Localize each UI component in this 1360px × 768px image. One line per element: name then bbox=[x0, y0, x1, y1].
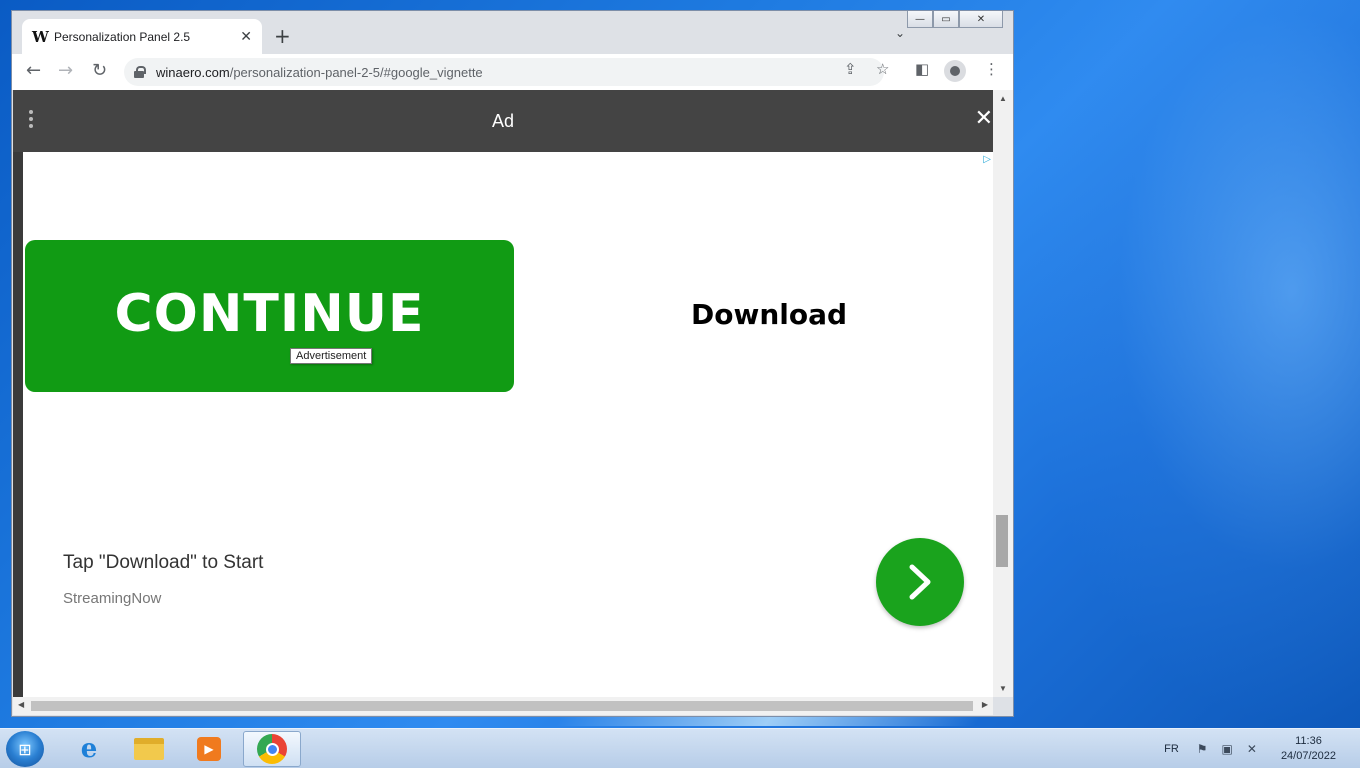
minimize-button[interactable]: — bbox=[907, 11, 933, 28]
back-icon[interactable]: ← bbox=[26, 60, 41, 81]
browser-window: W Personalization Panel 2.5 ✕ + ⌄ — ▭ ✕ … bbox=[11, 10, 1014, 717]
taskbar-internet-explorer[interactable]: e bbox=[60, 731, 118, 767]
chrome-icon bbox=[257, 734, 287, 764]
tab-strip: W Personalization Panel 2.5 ✕ + ⌄ — ▭ ✕ bbox=[12, 11, 1013, 54]
url-host: winaero.com bbox=[156, 64, 230, 80]
winaero-favicon-icon: W bbox=[32, 27, 49, 46]
profile-avatar[interactable] bbox=[944, 60, 966, 82]
adchoices-icon[interactable]: ▷ bbox=[983, 154, 991, 165]
continue-label: CONTINUE bbox=[114, 284, 425, 344]
ad-go-button[interactable] bbox=[876, 538, 964, 626]
left-page-edge bbox=[13, 90, 23, 697]
ad-close-icon[interactable]: ✕ bbox=[975, 106, 993, 131]
scroll-down-icon[interactable]: ▼ bbox=[999, 684, 1007, 693]
clock[interactable]: 11:36 24/07/2022 bbox=[1281, 734, 1336, 764]
bookmark-star-icon[interactable]: ☆ bbox=[876, 60, 889, 78]
continue-ad-button[interactable]: CONTINUE bbox=[25, 240, 514, 392]
reload-icon[interactable]: ↻ bbox=[92, 60, 107, 81]
person-icon bbox=[950, 66, 960, 76]
lock-icon[interactable] bbox=[134, 66, 146, 78]
maximize-button[interactable]: ▭ bbox=[933, 11, 959, 28]
forward-icon[interactable]: → bbox=[58, 60, 73, 81]
wallpaper-glow bbox=[1020, 0, 1360, 728]
scroll-left-icon[interactable]: ◀ bbox=[18, 700, 24, 709]
network-icon[interactable]: ▣ bbox=[1222, 742, 1233, 756]
tab-title: Personalization Panel 2.5 bbox=[54, 29, 191, 44]
new-tab-button[interactable]: + bbox=[274, 24, 291, 48]
clock-date: 24/07/2022 bbox=[1280, 750, 1336, 762]
address-bar[interactable]: winaero.com/personalization-panel-2-5/#g… bbox=[124, 58, 884, 86]
advertisement-tooltip: Advertisement bbox=[290, 348, 373, 364]
start-button[interactable]: ⊞ bbox=[6, 731, 44, 767]
ad-options-icon[interactable] bbox=[29, 110, 33, 131]
horizontal-scrollbar[interactable]: ◀ ▶ bbox=[13, 697, 993, 715]
ad-header-bar: Ad ✕ bbox=[13, 90, 993, 152]
action-center-flag-icon[interactable]: ⚑ bbox=[1197, 742, 1208, 756]
advertiser-name[interactable]: StreamingNow bbox=[63, 590, 161, 607]
chrome-menu-icon[interactable]: ⋮ bbox=[984, 60, 999, 78]
window-controls: — ▭ ✕ bbox=[907, 11, 1003, 28]
scroll-right-icon[interactable]: ▶ bbox=[982, 700, 988, 709]
chevron-right-icon bbox=[909, 564, 931, 600]
tab-close-icon[interactable]: ✕ bbox=[240, 28, 252, 45]
browser-toolbar: ← → ↻ winaero.com/personalization-panel-… bbox=[12, 54, 1013, 90]
folder-icon bbox=[134, 738, 164, 760]
close-window-button[interactable]: ✕ bbox=[959, 11, 1003, 28]
vertical-scroll-thumb[interactable] bbox=[996, 515, 1008, 567]
taskbar: ⊞ e ▶ FR ⚑ ▣ ✕ 11:36 24/07/2022 bbox=[0, 728, 1360, 768]
tab-search-icon[interactable]: ⌄ bbox=[895, 26, 905, 40]
url-path: /personalization-panel-2-5/#google_vigne… bbox=[229, 64, 483, 80]
volume-muted-icon[interactable]: ✕ bbox=[1247, 742, 1257, 756]
taskbar-file-explorer[interactable] bbox=[120, 731, 178, 767]
ad-label: Ad bbox=[491, 110, 515, 131]
taskbar-chrome[interactable] bbox=[243, 731, 301, 767]
system-tray: FR ⚑ ▣ ✕ 11:36 24/07/2022 bbox=[1164, 729, 1360, 768]
tab-personalization-panel[interactable]: W Personalization Panel 2.5 ✕ bbox=[22, 19, 262, 54]
media-player-icon: ▶ bbox=[197, 737, 221, 761]
taskbar-media-player[interactable]: ▶ bbox=[180, 731, 238, 767]
url-text[interactable]: winaero.com/personalization-panel-2-5/#g… bbox=[156, 65, 483, 80]
language-indicator[interactable]: FR bbox=[1164, 743, 1179, 755]
ad-tagline[interactable]: Tap "Download" to Start bbox=[63, 552, 263, 574]
horizontal-scroll-thumb[interactable] bbox=[31, 701, 973, 711]
download-label[interactable]: Download bbox=[691, 298, 847, 331]
scroll-up-icon[interactable]: ▲ bbox=[999, 94, 1007, 103]
page-viewport: Ad ✕ ▷ CONTINUE Advertisement Download T… bbox=[13, 90, 993, 697]
internet-explorer-icon: e bbox=[80, 734, 98, 764]
share-icon[interactable]: ⇪ bbox=[844, 60, 857, 78]
vertical-scrollbar[interactable]: ▲ ▼ bbox=[993, 90, 1013, 697]
clock-time: 11:36 bbox=[1295, 735, 1322, 747]
side-panel-icon[interactable]: ◧ bbox=[915, 60, 929, 78]
